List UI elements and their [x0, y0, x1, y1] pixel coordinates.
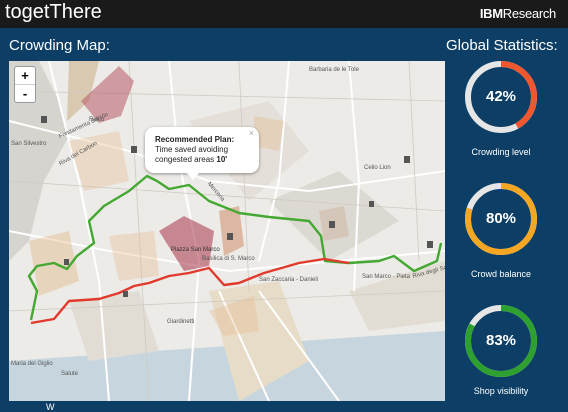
popup-title: Recommended Plan: — [155, 135, 235, 144]
popup-line-2-text: congested areas — [155, 155, 217, 164]
church-icon — [123, 291, 128, 297]
church-icon — [369, 201, 374, 207]
map-label-maria-giglio: Maria del Giglio — [11, 361, 53, 367]
map-label-san-marco-pieta: San Marco - Pieta — [362, 274, 411, 280]
map-label-basilica: Basilica di S. Marco — [202, 256, 255, 262]
map-label-san-silvestro: San Silvestro — [11, 141, 47, 147]
brand-logo: IBMResearch — [480, 6, 556, 21]
popup-line-2: congested areas 10' — [155, 155, 251, 165]
crowding-level-value: 42% — [485, 88, 517, 105]
map-label-salute: Salute — [61, 371, 79, 377]
footer-partial-text: W — [46, 402, 55, 412]
church-icon — [227, 233, 233, 240]
shop-visibility-value: 83% — [485, 332, 517, 349]
map-label-celio-lion: Celio Lion — [364, 165, 391, 171]
map-label-giardinetti: Giardinetti — [167, 319, 195, 325]
map-alley — [408, 61, 420, 262]
crowd-balance-value: 80% — [485, 210, 517, 227]
map-block — [69, 291, 159, 361]
church-icon — [41, 116, 47, 123]
crowd-balance-label: Crowd balance — [470, 269, 532, 279]
top-bar: togetThere IBMResearch — [0, 0, 568, 28]
map-label-barbaria: Barbaria de le Tole — [309, 67, 359, 73]
zoom-in-button[interactable]: + — [15, 67, 35, 84]
close-icon[interactable]: × — [249, 128, 254, 138]
church-icon — [131, 146, 137, 153]
brand-prefix: IBM — [479, 6, 503, 21]
church-icon — [329, 221, 335, 228]
shop-visibility-label: Shop visibility — [473, 386, 529, 396]
church-icon — [64, 259, 69, 265]
church-icon — [427, 241, 433, 248]
zoom-control: + - — [14, 66, 36, 103]
crowding-map[interactable]: Rialto Fondamenta del Vin San Silvestro … — [9, 61, 445, 401]
recommended-plan-popup: × Recommended Plan: Time saved avoiding … — [145, 127, 259, 173]
crowding-zone-calle[interactable] — [109, 231, 159, 281]
app-title: togetThere — [5, 1, 102, 23]
map-label-san-zaccaria: San Zaccaria - Danieli — [259, 277, 319, 283]
zoom-out-button[interactable]: - — [15, 84, 35, 102]
crowding-zone-riva[interactable] — [69, 131, 129, 191]
crowding-zone-san-marco[interactable] — [159, 216, 214, 271]
brand-suffix: Research — [502, 6, 557, 21]
popup-time-saved: 10' — [216, 155, 228, 164]
map-section-title: Crowding Map: — [9, 37, 110, 54]
map-label-piazza-san-marco: Piazza San Marco — [171, 247, 220, 253]
map-canvas — [9, 61, 445, 401]
stats-section-title: Global Statistics: — [446, 37, 558, 54]
map-street — [348, 61, 361, 292]
crowding-level-label: Crowding level — [471, 147, 531, 157]
church-icon — [404, 156, 410, 163]
popup-line-1: Time saved avoiding — [155, 145, 229, 154]
map-alley — [9, 180, 445, 212]
popup-pointer — [187, 173, 199, 180]
